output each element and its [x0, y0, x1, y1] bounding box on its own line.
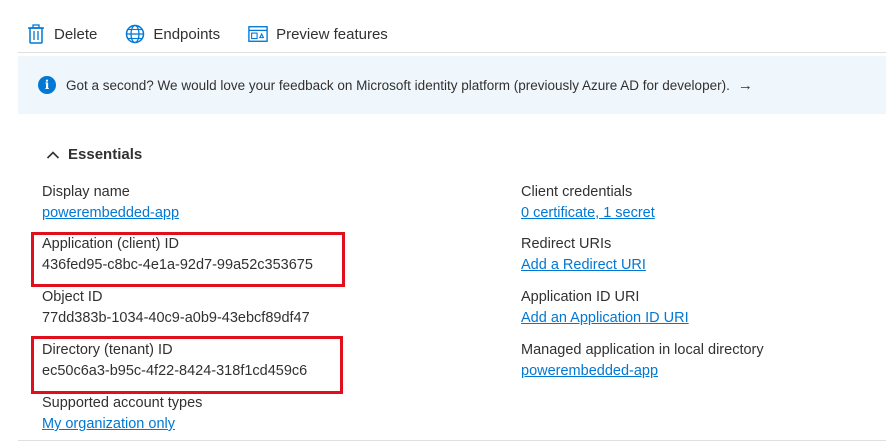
highlight-box-client-id — [31, 232, 345, 287]
object-id-value: 77dd383b-1034-40c9-a0b9-43ebcf89df47 — [42, 310, 310, 326]
field-label: Object ID — [42, 289, 103, 305]
globe-icon — [125, 24, 145, 44]
add-redirect-uri-link[interactable]: Add a Redirect URI — [521, 257, 646, 273]
divider — [18, 440, 886, 441]
add-application-id-uri-link[interactable]: Add an Application ID URI — [521, 310, 689, 326]
preview-features-icon — [248, 24, 268, 44]
field-label: Client credentials — [521, 184, 633, 200]
highlight-box-tenant-id — [31, 336, 343, 394]
info-icon: i — [38, 76, 56, 94]
preview-features-button[interactable]: Preview features — [240, 20, 388, 48]
essentials-title: Essentials — [68, 146, 143, 163]
feedback-banner[interactable]: i Got a second? We would love your feedb… — [18, 56, 886, 114]
field-label: Application ID URI — [521, 289, 640, 305]
preview-features-label: Preview features — [276, 25, 388, 43]
field-object-id: Object ID 77dd383b-1034-40c9-a0b9-43ebcf… — [42, 287, 310, 329]
field-label: Redirect URIs — [521, 236, 612, 252]
field-label: Managed application in local directory — [521, 342, 764, 358]
endpoints-label: Endpoints — [153, 25, 221, 43]
field-display-name: Display name powerembedded-app — [42, 182, 179, 224]
supported-account-types-link[interactable]: My organization only — [42, 416, 175, 432]
endpoints-button[interactable]: Endpoints — [117, 20, 220, 48]
field-client-credentials: Client credentials 0 certificate, 1 secr… — [521, 182, 655, 224]
field-managed-application: Managed application in local directory p… — [521, 340, 764, 382]
field-label: Supported account types — [42, 395, 203, 411]
field-application-id-uri: Application ID URI Add an Application ID… — [521, 287, 689, 329]
field-supported-account-types: Supported account types My organization … — [42, 393, 202, 435]
client-credentials-link[interactable]: 0 certificate, 1 secret — [521, 205, 655, 221]
feedback-banner-text: Got a second? We would love your feedbac… — [66, 77, 730, 93]
essentials-toggle[interactable]: Essentials — [46, 146, 142, 163]
field-label: Display name — [42, 184, 130, 200]
chevron-up-icon — [46, 148, 60, 162]
command-bar: Delete Endpoints Preview features — [18, 16, 886, 53]
delete-button[interactable]: Delete — [18, 20, 97, 48]
delete-label: Delete — [54, 25, 98, 43]
display-name-link[interactable]: powerembedded-app — [42, 205, 179, 221]
field-redirect-uris: Redirect URIs Add a Redirect URI — [521, 234, 646, 276]
managed-application-link[interactable]: powerembedded-app — [521, 363, 658, 379]
trash-icon — [26, 24, 46, 44]
arrow-right-icon[interactable]: → — [738, 77, 753, 94]
